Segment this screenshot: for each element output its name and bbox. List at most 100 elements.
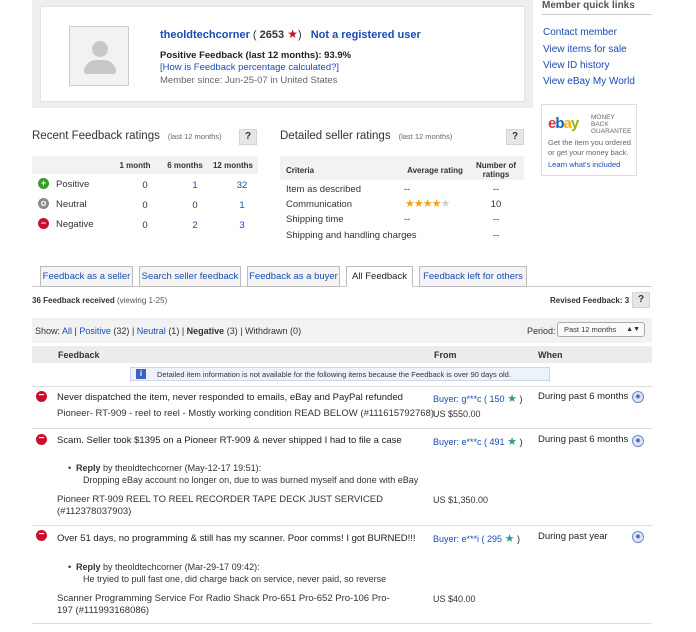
negative-12m[interactable]: 3 (227, 220, 257, 231)
divider (542, 14, 652, 15)
feedback-comment: Scam. Seller took $1395 on a Pioneer RT-… (57, 435, 402, 446)
positive-feedback-percent: Positive Feedback (last 12 months): 93.9… (160, 50, 352, 61)
show-filter: Show: All | Positive (32) | Neutral (1) … (35, 326, 302, 336)
buyer-info: Buyer: e***c ( 491 ★ ) (433, 436, 523, 448)
view-item-icon[interactable]: ◉ (632, 435, 644, 447)
tab-feedback-left-for-others[interactable]: Feedback left for others (419, 266, 527, 287)
how-calculated-link[interactable]: [How is Feedback percentage calculated?] (160, 62, 339, 73)
divider (32, 525, 652, 526)
col-number-of-ratings: Number of ratings (476, 161, 516, 179)
item-title: Pioneer- RT-909 - reel to reel - Mostly … (57, 408, 435, 419)
recent-feedback-title: Recent Feedback ratings (last 12 months) (32, 130, 222, 142)
seller-reply: • Reply by theoldtechcorner (May-12-17 19… (68, 463, 419, 485)
dsr-shipping-charges: Shipping and handling charges (286, 230, 417, 241)
member-since: Member since: Jun-25-07 in United States (160, 75, 338, 86)
view-items-link[interactable]: View items for sale (543, 44, 627, 55)
dsr-item-described: Item as described (286, 184, 361, 195)
neutral-12m[interactable]: 1 (227, 200, 257, 211)
tab-feedback-as-seller[interactable]: Feedback as a seller (40, 266, 133, 287)
period-select[interactable]: Past 12 months ▲▼ (557, 322, 645, 337)
negative-icon: − (38, 218, 49, 229)
profile-panel: theoldtechcorner ( 2653 ★) Not a registe… (32, 0, 533, 108)
positive-label: Positive (56, 179, 90, 190)
star-icon: ★ (287, 27, 298, 41)
not-registered-link[interactable]: Not a registered user (311, 29, 421, 41)
col-12-months: 12 months (212, 161, 253, 170)
feedback-comment: Never dispatched the item, never respond… (57, 392, 403, 403)
divider (32, 386, 652, 387)
help-button[interactable]: ? (239, 129, 257, 145)
feedback-when: During past 6 months (538, 391, 629, 402)
buyer-info: Buyer: g***c ( 150 ★ ) (433, 393, 523, 405)
revised-feedback: Revised Feedback: 3 (550, 296, 630, 305)
star-rating: ★★★★★ (405, 198, 450, 210)
username-line: theoldtechcorner ( 2653 ★) Not a registe… (160, 27, 421, 41)
filter-negative[interactable]: Negative (187, 326, 225, 336)
item-title: Pioneer RT-909 REEL TO REEL RECORDER TAP… (57, 494, 383, 517)
filter-positive-link[interactable]: Positive (79, 326, 111, 336)
star-icon: ★ (507, 436, 517, 448)
positive-icon: + (38, 178, 49, 189)
mbg-text: Get the item you ordered or get your mon… (548, 138, 631, 157)
quick-links-title: Member quick links (542, 0, 635, 11)
buyer-info: Buyer: e***i ( 295 ★ ) (433, 533, 520, 545)
negative-label: Negative (56, 219, 94, 230)
feedback-when: During past 6 months (538, 434, 629, 445)
positive-12m[interactable]: 32 (227, 180, 257, 191)
tab-search-seller-feedback[interactable]: Search seller feedback (139, 266, 241, 287)
filter-neutral-link[interactable]: Neutral (137, 326, 166, 336)
divider (32, 428, 652, 429)
neutral-icon: o (38, 198, 49, 209)
contact-member-link[interactable]: Contact member (543, 27, 617, 38)
feedback-received-count: 36 Feedback received (viewing 1-25) (32, 296, 168, 305)
mbg-badge: MONEY BACK GUARANTEE (591, 114, 632, 135)
username-link[interactable]: theoldtechcorner (160, 29, 250, 41)
money-back-guarantee-promo[interactable]: ebay MONEY BACK GUARANTEE Get the item y… (541, 104, 637, 176)
neutral-1m: 0 (142, 200, 148, 211)
learn-more-link[interactable]: Learn what's included (548, 160, 620, 169)
col-from: From (434, 350, 457, 360)
feedback-when: During past year (538, 531, 608, 542)
col-when: When (538, 350, 563, 360)
negative-icon: − (36, 391, 47, 402)
col-average-rating: Average rating (407, 166, 463, 175)
tab-feedback-as-buyer[interactable]: Feedback as a buyer (247, 266, 340, 287)
col-feedback: Feedback (58, 350, 100, 360)
neutral-6m: 0 (192, 200, 198, 211)
negative-1m: 0 (142, 220, 148, 231)
filter-withdrawn[interactable]: Withdrawn (0) (245, 326, 301, 336)
negative-6m[interactable]: 2 (180, 220, 210, 231)
detailed-ratings-title: Detailed seller ratings (last 12 months) (280, 130, 453, 142)
feedback-score[interactable]: 2653 (260, 29, 284, 41)
chevron-updown-icon: ▲▼ (626, 326, 640, 333)
dsr-communication: Communication (286, 199, 352, 210)
help-button[interactable]: ? (632, 292, 650, 308)
dsr-shipping-time: Shipping time (286, 214, 344, 225)
col-6-months: 6 months (167, 161, 203, 170)
view-item-icon[interactable]: ◉ (632, 391, 644, 403)
positive-6m[interactable]: 1 (180, 180, 210, 191)
negative-icon: − (36, 434, 47, 445)
star-icon: ★ (504, 533, 515, 545)
filter-all-link[interactable]: All (62, 326, 72, 336)
feedback-comment: Over 51 days, no programming & still has… (57, 533, 416, 544)
negative-icon: − (36, 530, 47, 541)
info-icon: i (136, 369, 146, 379)
item-price: US $40.00 (433, 594, 476, 604)
view-item-icon[interactable]: ◉ (632, 531, 644, 543)
item-title: Scanner Programming Service For Radio Sh… (57, 593, 390, 616)
info-notice: i Detailed item information is not avail… (130, 367, 550, 381)
tab-all-feedback[interactable]: All Feedback (346, 266, 413, 287)
seller-reply: • Reply by theoldtechcorner (Mar-29-17 09… (68, 562, 387, 584)
feedback-table-header: Feedback From When (32, 346, 652, 363)
positive-1m: 0 (142, 180, 148, 191)
view-my-world-link[interactable]: View eBay My World (543, 76, 635, 87)
star-icon: ★ (507, 393, 517, 405)
neutral-label: Neutral (56, 199, 87, 210)
divider (32, 623, 652, 624)
col-criteria: Criteria (286, 166, 315, 175)
col-1-month: 1 month (119, 161, 151, 170)
view-id-history-link[interactable]: View ID history (543, 60, 610, 71)
item-price: US $1,350.00 (433, 495, 489, 505)
help-button[interactable]: ? (506, 129, 524, 145)
